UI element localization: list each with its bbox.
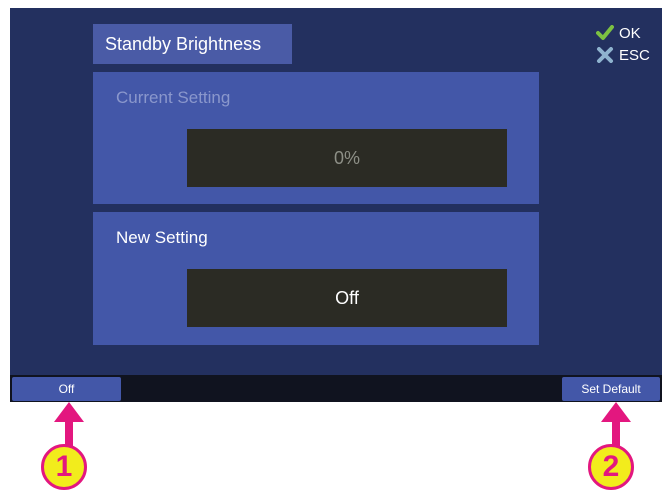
cross-icon [597, 47, 613, 63]
esc-key-hint[interactable]: ESC [596, 44, 650, 66]
set-default-softkey-button[interactable]: Set Default [562, 377, 660, 401]
current-setting-value: 0% [187, 129, 507, 187]
callout-2: 2 [588, 444, 634, 490]
device-screen: Standby Brightness OK ESC Current Settin… [10, 8, 662, 402]
esc-label: ESC [619, 46, 650, 64]
current-setting-panel: Current Setting 0% [93, 72, 539, 204]
ok-label: OK [619, 24, 641, 42]
ok-key-hint[interactable]: OK [596, 22, 650, 44]
arrow-up-icon [54, 402, 84, 446]
current-setting-label: Current Setting [116, 88, 231, 107]
new-setting-panel: New Setting Off [93, 212, 539, 345]
new-setting-value[interactable]: Off [187, 269, 507, 327]
new-setting-label: New Setting [116, 228, 208, 247]
off-softkey-button[interactable]: Off [12, 377, 121, 401]
callout-1: 1 [41, 444, 87, 490]
softkey-bar: Off Set Default [10, 375, 662, 402]
arrow-up-icon [601, 402, 631, 446]
page-title: Standby Brightness [93, 24, 292, 64]
check-icon [596, 25, 614, 40]
key-legend: OK ESC [596, 22, 650, 66]
